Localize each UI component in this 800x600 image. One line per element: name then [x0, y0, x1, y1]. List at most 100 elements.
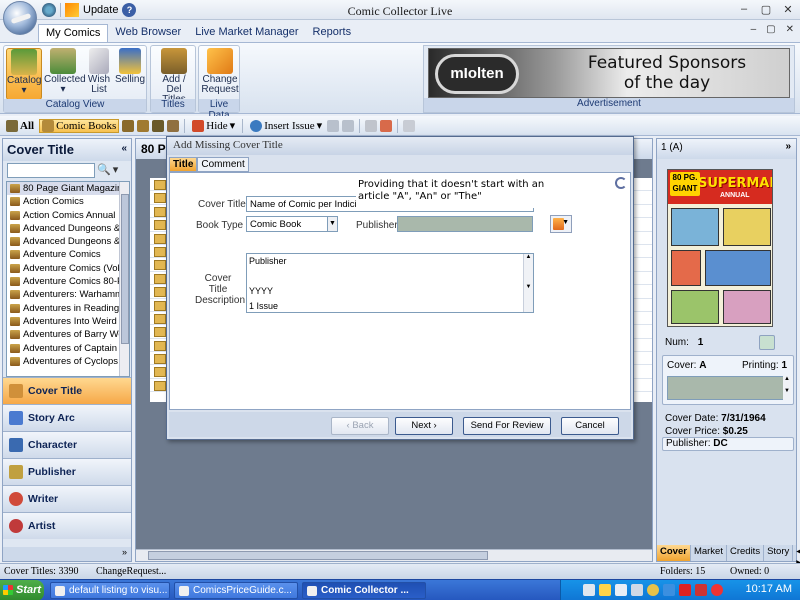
table-row[interactable]: [634, 299, 652, 312]
tray-icon[interactable]: [679, 584, 691, 596]
tools-icon[interactable]: [365, 119, 378, 132]
tray-icon[interactable]: [647, 584, 659, 596]
trade-paperback-icon[interactable]: [167, 119, 180, 132]
refresh-icon[interactable]: [615, 177, 627, 189]
cancel-button[interactable]: Cancel: [561, 417, 619, 435]
dialog-tab-comment[interactable]: Comment: [197, 157, 249, 172]
table-row[interactable]: [634, 365, 652, 379]
move-up-icon[interactable]: [327, 119, 340, 132]
nav-writer[interactable]: Writer: [3, 485, 131, 512]
table-row[interactable]: [634, 379, 652, 393]
next-button[interactable]: Next ›: [395, 417, 453, 435]
cover-variant-notes[interactable]: [667, 376, 785, 400]
list-item[interactable]: Adventures of Cyclops: [7, 355, 121, 368]
list-item[interactable]: Action Comics Annual: [7, 209, 121, 222]
table-row[interactable]: [634, 258, 652, 272]
list-scrollbar-thumb[interactable]: [121, 194, 129, 344]
clock[interactable]: 10:17 AM: [746, 583, 792, 595]
list-item[interactable]: Adventure Comics (Vol 2): [7, 262, 121, 275]
nav-artist[interactable]: Artist: [3, 512, 131, 539]
list-item[interactable]: Action Comics: [7, 195, 121, 208]
dialog-tab-title[interactable]: Title: [169, 157, 198, 172]
tab-story[interactable]: Story: [764, 545, 794, 561]
sponsor-banner[interactable]: mIolten Featured Sponsors of the day: [428, 48, 790, 98]
send-for-review-button[interactable]: Send For Review: [463, 417, 551, 435]
table-row[interactable]: [634, 218, 652, 232]
chevron-down-icon[interactable]: ▼: [327, 217, 337, 231]
table-row[interactable]: [634, 191, 652, 205]
notes-scrollbar[interactable]: ▲ ▼: [783, 376, 791, 400]
maximize-button[interactable]: ▢: [760, 3, 772, 16]
taskbar-item-active[interactable]: Comic Collector ...: [302, 582, 426, 599]
taskbar-item[interactable]: ComicsPriceGuide.c...: [174, 582, 298, 599]
publisher-picker-button[interactable]: ▼: [550, 215, 572, 233]
tray-icon[interactable]: [663, 584, 675, 596]
list-item[interactable]: Adventures in Reading St: [7, 302, 121, 315]
nav-publisher[interactable]: Publisher: [3, 458, 131, 485]
table-row[interactable]: [634, 272, 652, 286]
zoom-cover-icon[interactable]: [759, 335, 775, 350]
grid-horizontal-scrollbar[interactable]: [136, 549, 652, 561]
catalog-button[interactable]: Catalog ▾: [6, 48, 42, 100]
back-button[interactable]: ‹ Back: [331, 417, 389, 435]
title-search-input[interactable]: [7, 163, 95, 178]
tab-credits[interactable]: Credits: [727, 545, 765, 561]
list-item[interactable]: Adventure Comics: [7, 248, 121, 261]
cover-title-description-textarea[interactable]: Publisher YYYY 1 Issue ▲ ▼: [246, 253, 534, 313]
table-row[interactable]: [634, 339, 652, 353]
search-icon[interactable]: 🔍: [97, 163, 111, 179]
list-item[interactable]: Adventures of Barry Weer: [7, 328, 121, 341]
taskbar-item[interactable]: default listing to visu...: [50, 582, 170, 599]
nav-cover-title[interactable]: Cover Title: [3, 377, 131, 404]
hardcover-icon[interactable]: [137, 119, 150, 132]
magazine-icon[interactable]: [152, 119, 165, 132]
cover-image[interactable]: 80 PG. GIANT SUPERMAN ANNUAL: [667, 169, 773, 327]
nav-character[interactable]: Character: [3, 431, 131, 458]
tab-cover[interactable]: Cover: [657, 545, 691, 561]
minimize-button[interactable]: –: [738, 3, 750, 16]
memo-scrollbar[interactable]: ▲ ▼: [523, 254, 533, 312]
tray-icon[interactable]: [695, 584, 707, 596]
list-item[interactable]: Adventure Comics 80-Pag: [7, 275, 121, 288]
panel-collapse-icon[interactable]: «: [121, 143, 127, 154]
tray-icon[interactable]: [631, 584, 643, 596]
grid-scrollbar-thumb[interactable]: [148, 551, 488, 560]
table-row[interactable]: [634, 285, 652, 299]
filter-all-button[interactable]: All: [4, 119, 36, 132]
hide-button[interactable]: Hide ▾: [190, 119, 237, 132]
table-row[interactable]: [634, 205, 652, 219]
collected-button[interactable]: Collected ▾: [44, 48, 86, 100]
tray-icon[interactable]: [711, 584, 723, 596]
table-row[interactable]: [634, 178, 652, 192]
list-item[interactable]: Adventures Into Weird Wo: [7, 315, 121, 328]
list-scrollbar[interactable]: [119, 182, 129, 376]
tab-scroll-arrows[interactable]: ◂ ▸: [793, 545, 800, 568]
edit-icon[interactable]: [380, 119, 393, 132]
tab-live-market-manager[interactable]: Live Market Manager: [188, 24, 305, 42]
tab-reports[interactable]: Reports: [306, 24, 359, 42]
tray-icon[interactable]: [615, 584, 627, 596]
book-type-select[interactable]: Comic Book ▼: [246, 216, 338, 232]
table-row[interactable]: [634, 232, 652, 245]
doc-minimize-button[interactable]: –: [751, 24, 757, 35]
mail-icon[interactable]: [403, 119, 416, 132]
table-row[interactable]: [634, 325, 652, 339]
tab-market[interactable]: Market: [691, 545, 727, 561]
add-del-titles-button[interactable]: Add / Del Titles: [154, 48, 194, 105]
tab-my-comics[interactable]: My Comics: [38, 24, 109, 42]
move-down-icon[interactable]: [342, 119, 355, 132]
panel-expand-icon[interactable]: »: [785, 141, 791, 152]
selling-button[interactable]: Selling: [114, 48, 146, 100]
tray-icon[interactable]: [599, 584, 611, 596]
tab-web-browser[interactable]: Web Browser: [108, 24, 188, 42]
nav-story-arc[interactable]: Story Arc: [3, 404, 131, 431]
tray-icon[interactable]: [583, 584, 595, 596]
doc-close-button[interactable]: ✕: [786, 24, 794, 35]
doc-maximize-button[interactable]: ▢: [766, 24, 775, 35]
filter-comic-books-button[interactable]: Comic Books: [39, 118, 120, 133]
list-item[interactable]: Advanced Dungeons & Dr: [7, 235, 121, 248]
list-item[interactable]: Advanced Dungeons & Dr: [7, 222, 121, 235]
search-dropdown-icon[interactable]: ▾: [113, 163, 119, 179]
table-row[interactable]: [634, 312, 652, 326]
table-row[interactable]: [634, 245, 652, 259]
